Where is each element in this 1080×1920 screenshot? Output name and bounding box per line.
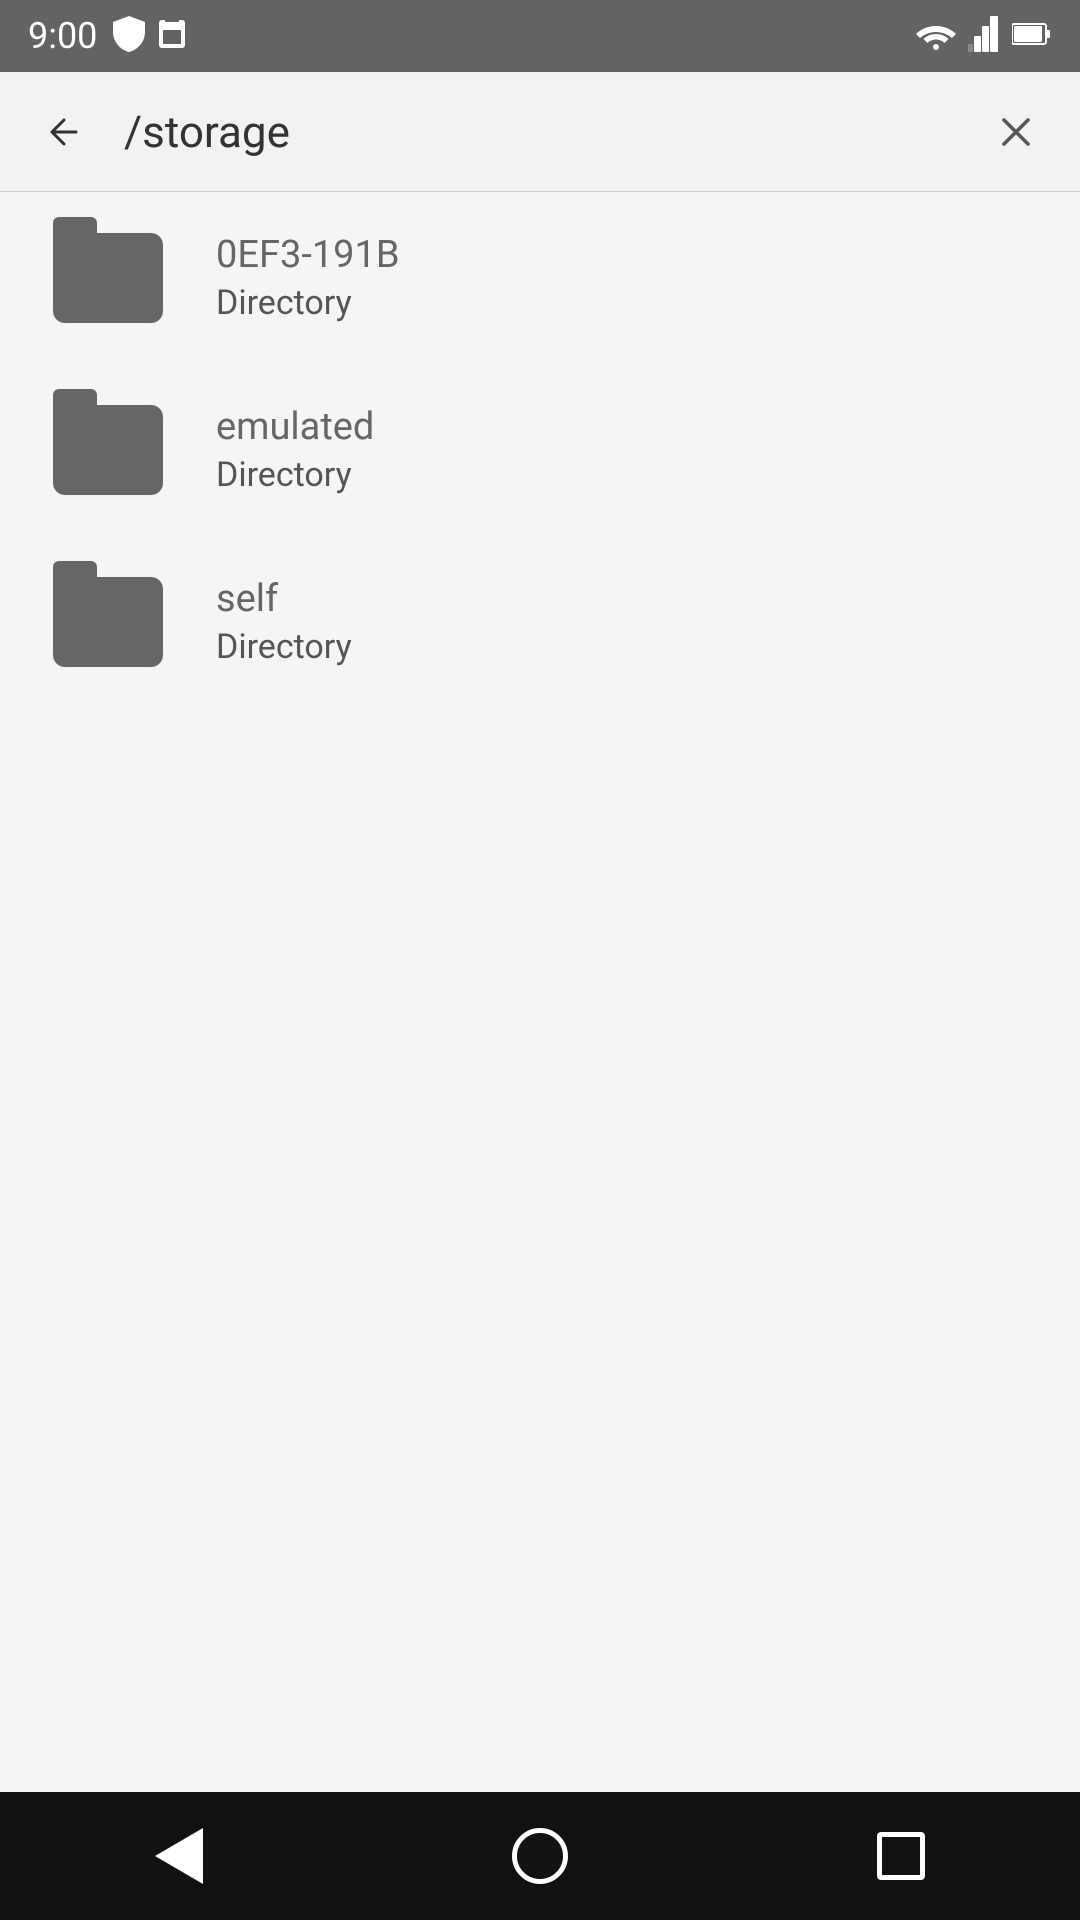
path-title: /storage <box>124 106 290 158</box>
wifi-icon <box>916 18 956 54</box>
nav-home-icon <box>512 1828 568 1884</box>
file-name: self <box>216 577 352 621</box>
file-info: 0EF3-191B Directory <box>216 233 400 323</box>
folder-icon <box>48 572 168 672</box>
signal-icon <box>968 16 1000 56</box>
back-button[interactable] <box>36 104 92 160</box>
sim-icon <box>157 16 187 56</box>
file-list: 0EF3-191B Directory emulated Directory s… <box>0 192 1080 1792</box>
status-bar-right <box>916 16 1052 56</box>
status-bar: 9:00 <box>0 0 1080 72</box>
nav-recent-icon <box>877 1832 925 1880</box>
file-info: emulated Directory <box>216 405 374 495</box>
file-name: 0EF3-191B <box>216 233 400 277</box>
file-type: Directory <box>216 627 352 667</box>
nav-home-button[interactable] <box>496 1812 584 1900</box>
list-item[interactable]: 0EF3-191B Directory <box>0 192 1080 364</box>
list-item[interactable]: emulated Directory <box>0 364 1080 536</box>
app-bar: /storage <box>0 72 1080 192</box>
file-info: self Directory <box>216 577 352 667</box>
nav-recent-button[interactable] <box>861 1816 941 1896</box>
status-bar-left: 9:00 <box>28 15 187 57</box>
file-name: emulated <box>216 405 374 449</box>
nav-back-icon <box>155 1828 203 1884</box>
status-time: 9:00 <box>28 15 97 57</box>
app-bar-left: /storage <box>36 104 290 160</box>
folder-shape <box>53 577 163 667</box>
folder-icon <box>48 400 168 500</box>
battery-icon <box>1012 20 1052 52</box>
folder-icon <box>48 228 168 328</box>
nav-bar <box>0 1792 1080 1920</box>
file-type: Directory <box>216 283 400 323</box>
close-button[interactable] <box>988 104 1044 160</box>
shield-icon <box>113 16 145 56</box>
status-icons-left <box>113 16 187 56</box>
list-item[interactable]: self Directory <box>0 536 1080 708</box>
nav-back-button[interactable] <box>139 1812 219 1900</box>
folder-shape <box>53 233 163 323</box>
file-type: Directory <box>216 455 374 495</box>
folder-shape <box>53 405 163 495</box>
